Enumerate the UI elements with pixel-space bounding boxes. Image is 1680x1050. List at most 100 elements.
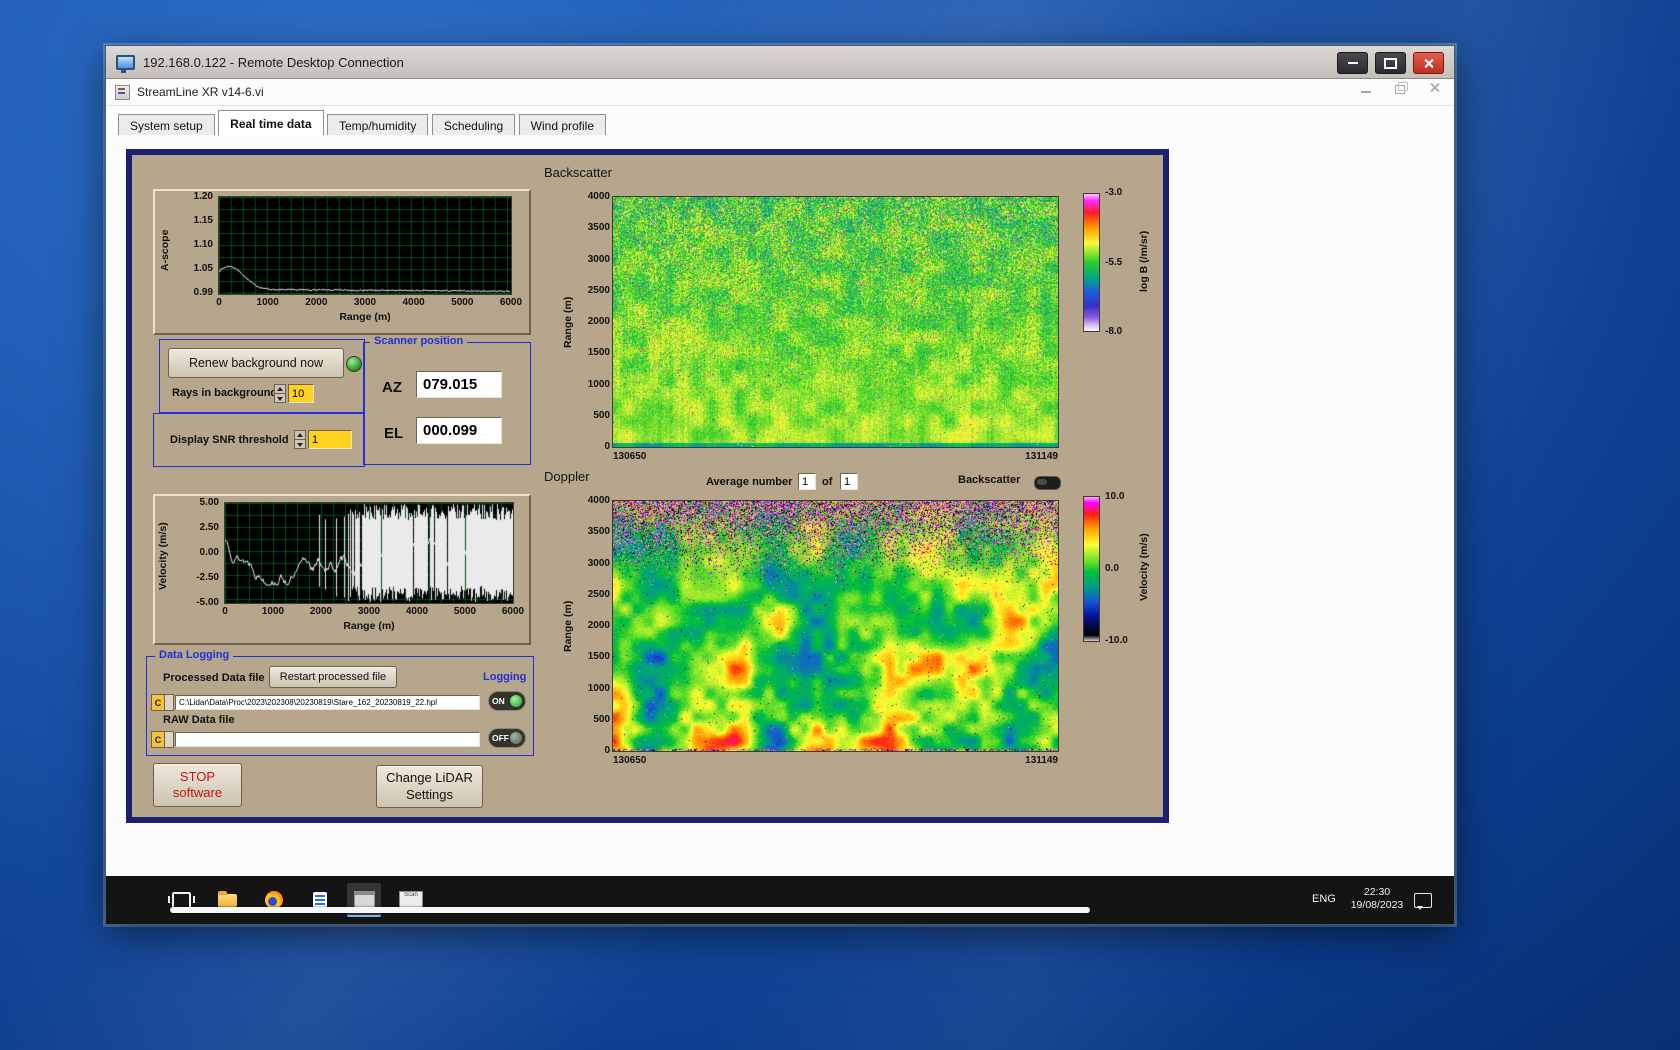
- velocity-x-axis-label: Range (m): [343, 620, 395, 632]
- taskbar: Scan ENG 22:30 19/08/2023: [106, 876, 1454, 924]
- tick-label: 4000: [402, 297, 425, 308]
- average-total-field[interactable]: 1: [840, 473, 858, 490]
- tick-label: 1000: [587, 378, 610, 390]
- tick-label: 0: [604, 441, 610, 452]
- stop-software-button[interactable]: STOP software: [153, 763, 242, 807]
- rays-in-background-label: Rays in background: [172, 387, 278, 399]
- doppler-colorbar: [1083, 496, 1100, 642]
- tick-label: 4000: [587, 495, 610, 506]
- tick-label: 3000: [353, 297, 377, 308]
- tick-label: 10.0: [1105, 491, 1125, 502]
- ascope-y-axis-label: A-scope: [159, 229, 171, 271]
- processed-logging-toggle[interactable]: ON: [488, 691, 526, 711]
- backscatter-heatmap: [613, 197, 1058, 447]
- snr-value-field[interactable]: 1: [308, 430, 352, 449]
- app-close-icon[interactable]: [1429, 82, 1440, 93]
- real-time-data-panel: A-scope 1.20 1.15 1.10 1.05 0.99 0 1000 2000 30…: [126, 149, 1169, 823]
- raw-browse-button[interactable]: [164, 731, 174, 748]
- tick-label: 1.10: [193, 239, 213, 250]
- snr-threshold-box: Display SNR threshold 1: [153, 413, 365, 467]
- backscatter-toggle[interactable]: [1034, 476, 1061, 490]
- toggle-off-knob: [510, 732, 522, 744]
- doppler-colorbar-label: Velocity (m/s): [1138, 533, 1150, 601]
- app-titlebar[interactable]: StreamLine XR v14-6.vi: [106, 79, 1454, 106]
- background-controls-box: Renew background now Rays in background …: [159, 339, 365, 413]
- language-indicator[interactable]: ENG: [1312, 893, 1336, 905]
- restart-processed-file-button[interactable]: Restart processed file: [269, 666, 397, 688]
- backscatter-toggle-label: Backscatter: [958, 474, 1021, 486]
- ascope-group: A-scope 1.20 1.15 1.10 1.05 0.99 0 1000 2000 30…: [153, 189, 531, 335]
- background-led-indicator: [346, 356, 362, 372]
- tick-label: 2500: [587, 284, 610, 296]
- tick-label: 0: [222, 606, 228, 617]
- rays-spinner[interactable]: [274, 384, 286, 403]
- minimize-button[interactable]: [1337, 52, 1368, 74]
- tick-label: 5000: [453, 606, 477, 617]
- backscatter-colorbar-label: log B (/m/sr): [1138, 230, 1150, 292]
- scanner-position-box: Scanner position AZ 079.015 EL 000.099: [363, 335, 531, 465]
- velocity-y-axis-label: Velocity (m/s): [157, 522, 169, 590]
- rdp-horizontal-scrollbar[interactable]: [170, 907, 1090, 913]
- processed-browse-button[interactable]: [164, 694, 174, 711]
- velocity-plot: [225, 503, 513, 603]
- desktop: 192.168.0.122 - Remote Desktop Connectio…: [0, 0, 1680, 1050]
- tick-label: 1500: [587, 651, 610, 663]
- velocity-x-ticks: 0 1000 2000 3000 4000 5000 6000: [208, 606, 530, 618]
- raw-drive-button[interactable]: C: [151, 731, 165, 748]
- tick-label: 0: [216, 297, 222, 308]
- tick-label: 500: [593, 713, 610, 725]
- processed-path-field[interactable]: C:\Lidar\Data\Proc\2023\202308\20230819\…: [175, 695, 480, 710]
- scanner-position-title: Scanner position: [370, 335, 468, 347]
- backscatter-x-range: 130650 131149: [613, 451, 1058, 462]
- app-title: StreamLine XR v14-6.vi: [137, 85, 264, 99]
- backscatter-colorbar-ticks: -3.0 -5.5 -8.0: [1105, 187, 1135, 338]
- raw-logging-toggle[interactable]: OFF: [488, 728, 526, 748]
- app-restore-icon[interactable]: [1395, 82, 1408, 94]
- doppler-heatmap: [613, 501, 1058, 751]
- rdp-title: 192.168.0.122 - Remote Desktop Connectio…: [143, 54, 404, 70]
- backscatter-x-end: 131149: [1025, 451, 1058, 462]
- tick-label: 0.0: [1105, 563, 1119, 574]
- task-view-icon: [167, 891, 195, 909]
- rdp-monitor-icon: [116, 54, 135, 73]
- change-line1: Change LiDAR: [386, 770, 473, 786]
- taskbar-clock[interactable]: 22:30 19/08/2023: [1344, 886, 1410, 912]
- rays-value-field[interactable]: 10: [288, 384, 314, 403]
- notification-button[interactable]: [1408, 883, 1438, 917]
- backscatter-colorbar: [1083, 193, 1100, 332]
- app-minimize-icon[interactable]: [1361, 91, 1371, 93]
- tick-label: 3000: [357, 606, 381, 617]
- average-number-field[interactable]: 1: [798, 473, 816, 490]
- change-lidar-settings-button[interactable]: Change LiDAR Settings: [376, 765, 483, 808]
- data-logging-box: Data Logging Processed Data file Restart…: [146, 649, 534, 756]
- tick-label: 2000: [587, 316, 610, 327]
- rdp-window-buttons: [1337, 52, 1444, 74]
- doppler-title: Doppler: [544, 469, 590, 484]
- backscatter-title: Backscatter: [544, 165, 612, 180]
- raw-data-file-label: RAW Data file: [163, 714, 235, 726]
- tick-label: 500: [593, 409, 610, 421]
- tab-real-time-data[interactable]: Real time data: [218, 110, 324, 136]
- of-label: of: [822, 476, 833, 488]
- processed-drive-button[interactable]: C: [151, 694, 165, 711]
- az-value-field[interactable]: 079.015: [416, 371, 502, 398]
- raw-path-field[interactable]: [175, 732, 480, 747]
- snr-spinner[interactable]: [294, 430, 306, 449]
- tick-label: 3000: [587, 557, 610, 569]
- stop-line1: STOP: [179, 768, 216, 784]
- velocity-y-ticks: 5.00 2.50 0.00 -2.50 -5.00: [179, 497, 219, 609]
- folder-icon: [217, 890, 237, 907]
- logging-label: Logging: [483, 671, 527, 683]
- tick-label: 2000: [305, 297, 328, 308]
- el-value-field[interactable]: 000.099: [416, 417, 502, 444]
- tick-label: 4000: [405, 606, 429, 617]
- tick-label: 4000: [587, 191, 610, 202]
- tick-label: 6000: [501, 606, 525, 617]
- tick-label: 5000: [451, 297, 474, 308]
- maximize-button[interactable]: [1375, 52, 1406, 74]
- tick-label: 0.00: [199, 547, 219, 558]
- renew-background-button[interactable]: Renew background now: [168, 348, 344, 378]
- rdp-titlebar[interactable]: 192.168.0.122 - Remote Desktop Connectio…: [106, 46, 1454, 79]
- tick-label: 1.05: [193, 263, 213, 274]
- close-button[interactable]: [1413, 52, 1444, 74]
